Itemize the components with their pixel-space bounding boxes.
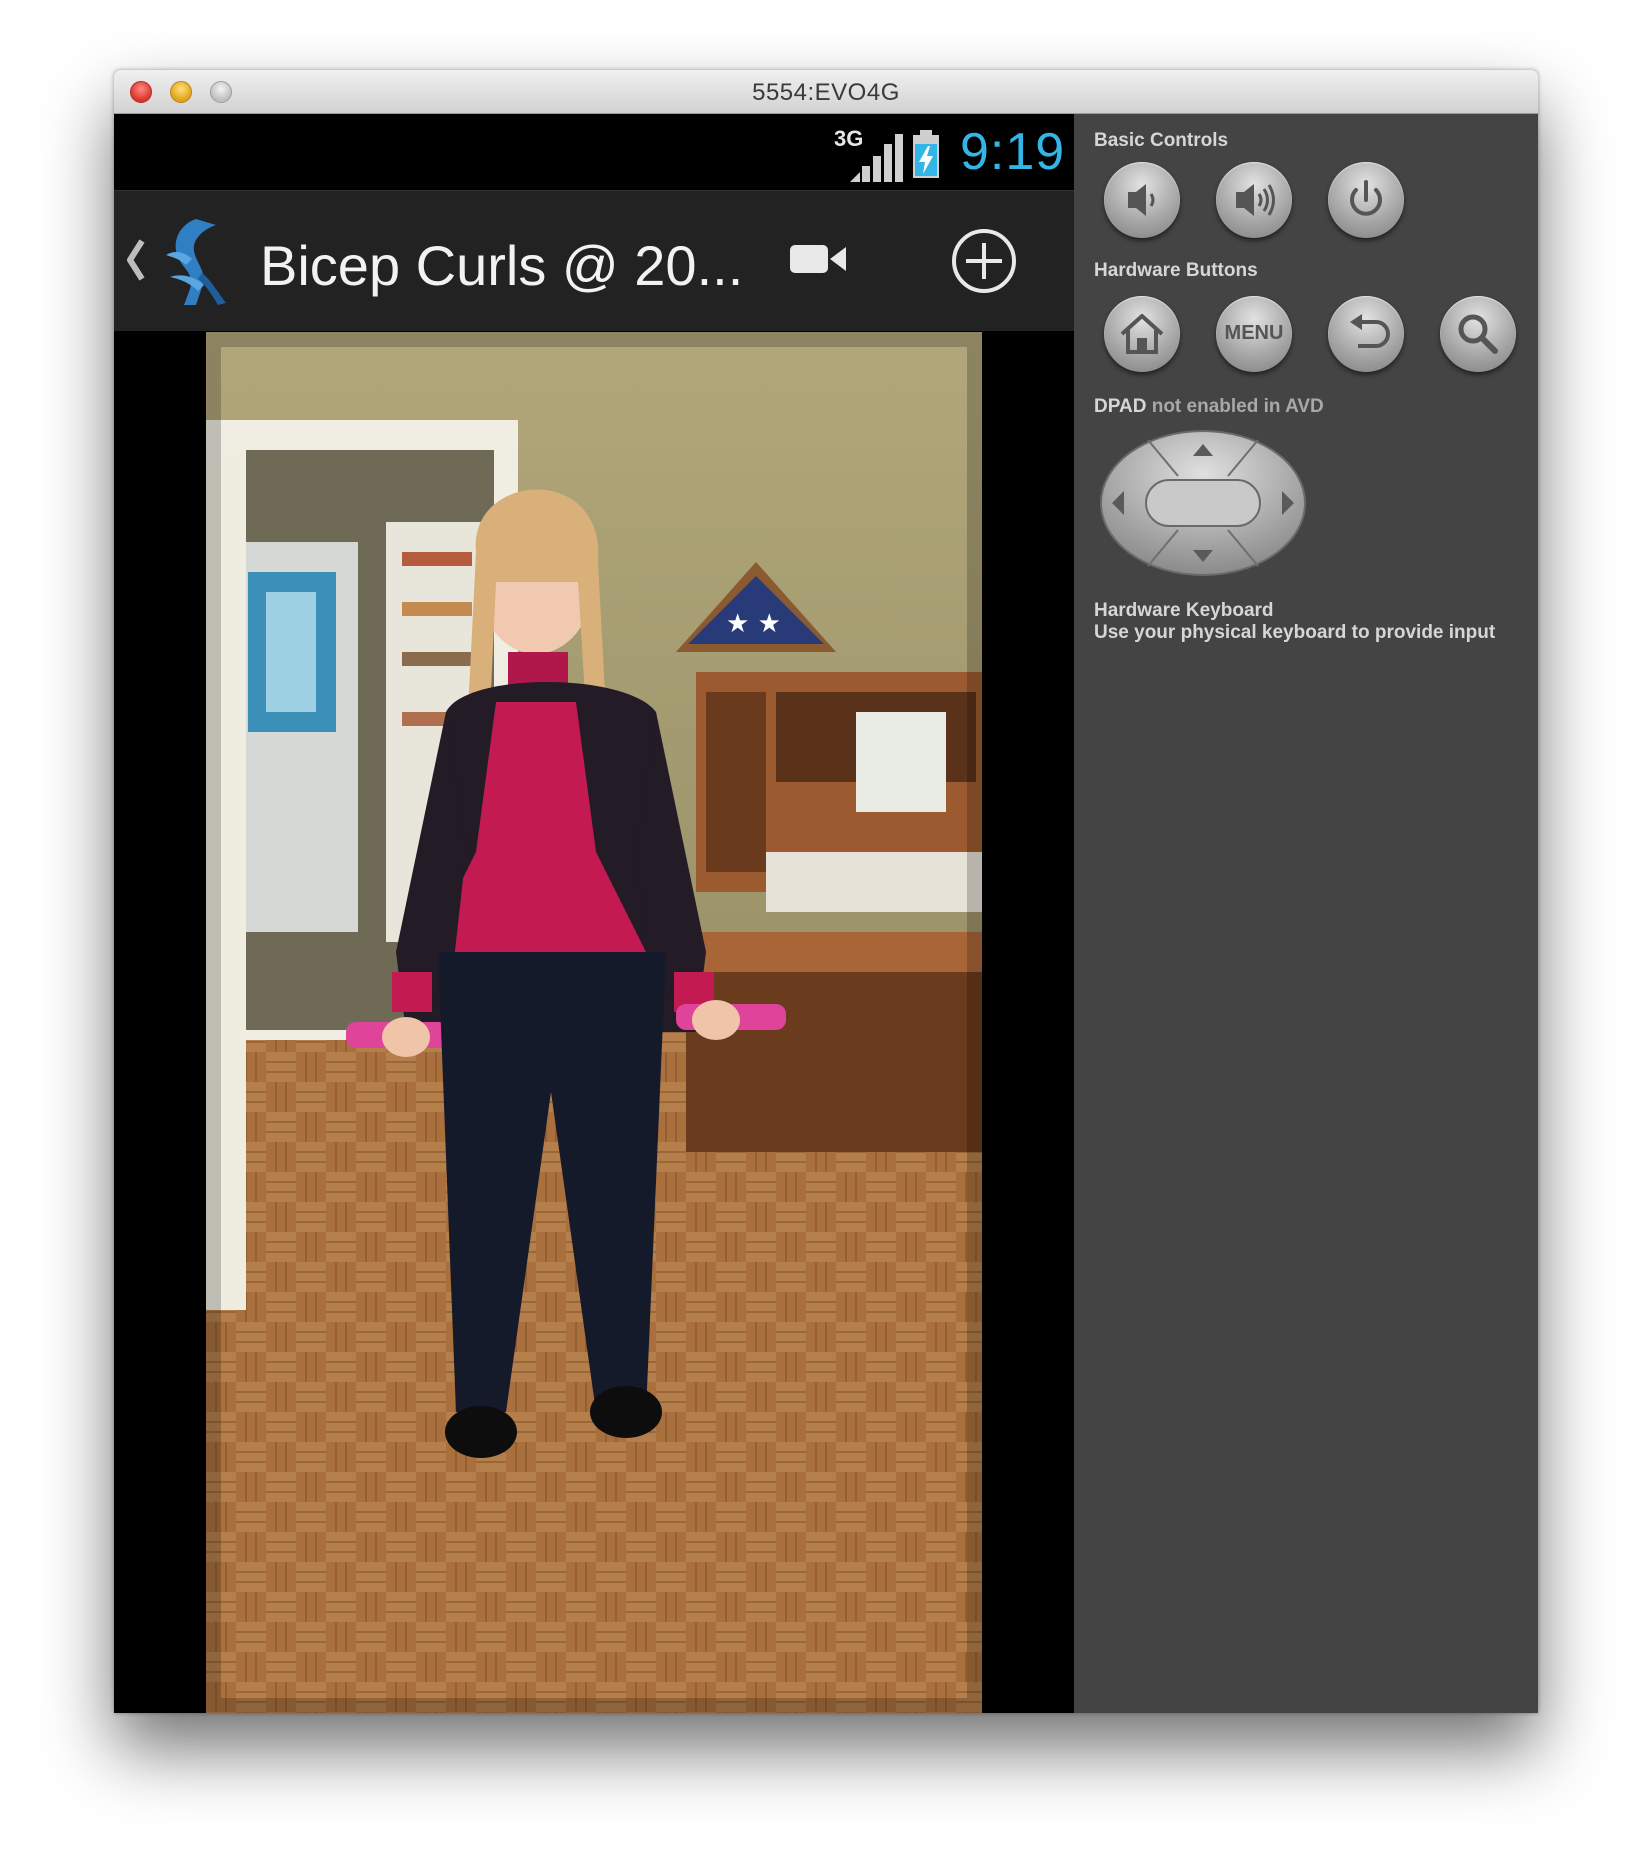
home-button[interactable] <box>1104 296 1180 372</box>
dpad-label: DPAD not enabled in AVD <box>1094 396 1324 418</box>
power-button[interactable] <box>1328 162 1404 238</box>
exercise-photo: ★ ★ <box>206 332 982 1713</box>
search-button[interactable] <box>1440 296 1516 372</box>
svg-text:★ ★: ★ ★ <box>726 609 781 639</box>
battery-charging-icon <box>913 130 939 178</box>
window-title: 5554:EVO4G <box>752 79 900 106</box>
action-bar-title: Bicep Curls @ 20... <box>260 234 744 297</box>
search-icon <box>1458 314 1498 354</box>
back-caret-icon[interactable] <box>124 235 148 285</box>
back-icon <box>1350 314 1390 348</box>
status-clock: 9:19 <box>960 123 1066 181</box>
add-circle-icon[interactable] <box>950 227 1018 295</box>
hardware-buttons-label: Hardware Buttons <box>1094 260 1258 281</box>
home-icon <box>1120 314 1164 354</box>
menu-button-label: MENU <box>1224 322 1284 344</box>
phone-screen[interactable]: 3G 9:19 Bicep Curls @ 20... ★ ★ <box>114 114 1074 1713</box>
dpad-control[interactable] <box>1098 428 1308 578</box>
keyboard-description: Use your physical keyboard to provide in… <box>1094 622 1496 643</box>
app-logo[interactable] <box>156 215 232 307</box>
dpad-label-rest: not enabled in AVD <box>1151 396 1324 417</box>
volume-up-button[interactable] <box>1216 162 1292 238</box>
power-icon <box>1350 180 1382 216</box>
signal-strength-icon <box>850 134 903 182</box>
menu-button[interactable]: MENU <box>1216 296 1292 372</box>
emulator-window: 5554:EVO4G 3G 9:19 Bicep Curls @ 20... ★… <box>114 70 1538 1713</box>
dpad-label-strong: DPAD <box>1094 396 1147 417</box>
keyboard-title: Hardware Keyboard <box>1094 600 1274 621</box>
action-bar: Bicep Curls @ 20... <box>114 190 1074 331</box>
volume-up-icon <box>1236 184 1275 216</box>
back-button[interactable] <box>1328 296 1404 372</box>
basic-controls-label: Basic Controls <box>1094 130 1229 151</box>
emulator-controls-panel: Basic Controls Hardware Buttons MENU DPA… <box>1074 114 1538 1713</box>
volume-down-icon <box>1128 184 1155 216</box>
video-camera-icon[interactable] <box>788 239 848 279</box>
volume-down-button[interactable] <box>1104 162 1180 238</box>
title-bar[interactable]: 5554:EVO4G <box>114 70 1538 114</box>
status-bar: 3G 9:19 <box>114 114 1074 190</box>
